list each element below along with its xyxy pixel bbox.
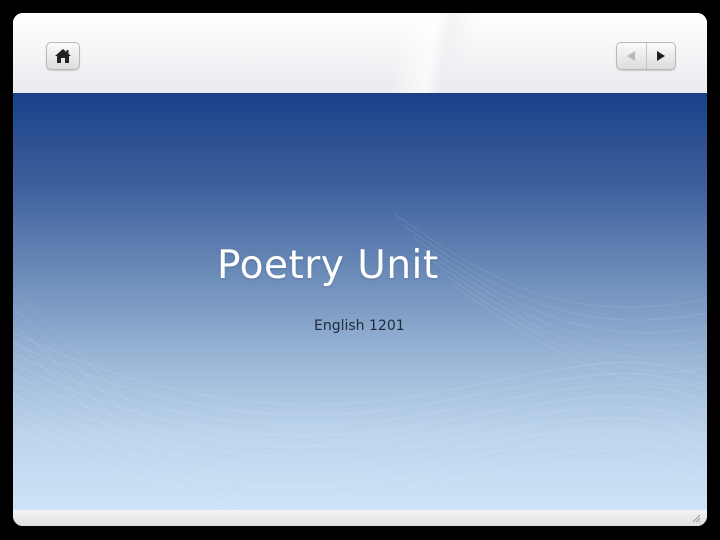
slide-content-area: Poetry Unit English 1201	[13, 93, 707, 510]
triangle-left-icon	[627, 51, 636, 61]
slide-frame: Poetry Unit English 1201	[13, 13, 707, 526]
slide-navigation	[616, 42, 676, 70]
top-toolbar	[13, 13, 707, 93]
toolbar-sheen	[13, 13, 707, 93]
previous-slide-button[interactable]	[617, 43, 646, 69]
home-icon	[55, 49, 71, 63]
next-slide-button[interactable]	[645, 43, 676, 69]
resize-grip-icon[interactable]	[691, 513, 701, 523]
triangle-right-icon	[656, 51, 665, 61]
slide-title: Poetry Unit	[217, 243, 439, 288]
slide-subtitle: English 1201	[314, 318, 405, 334]
home-button[interactable]	[46, 42, 80, 70]
bottom-bar	[13, 510, 707, 526]
wave-pattern-background	[13, 212, 707, 510]
